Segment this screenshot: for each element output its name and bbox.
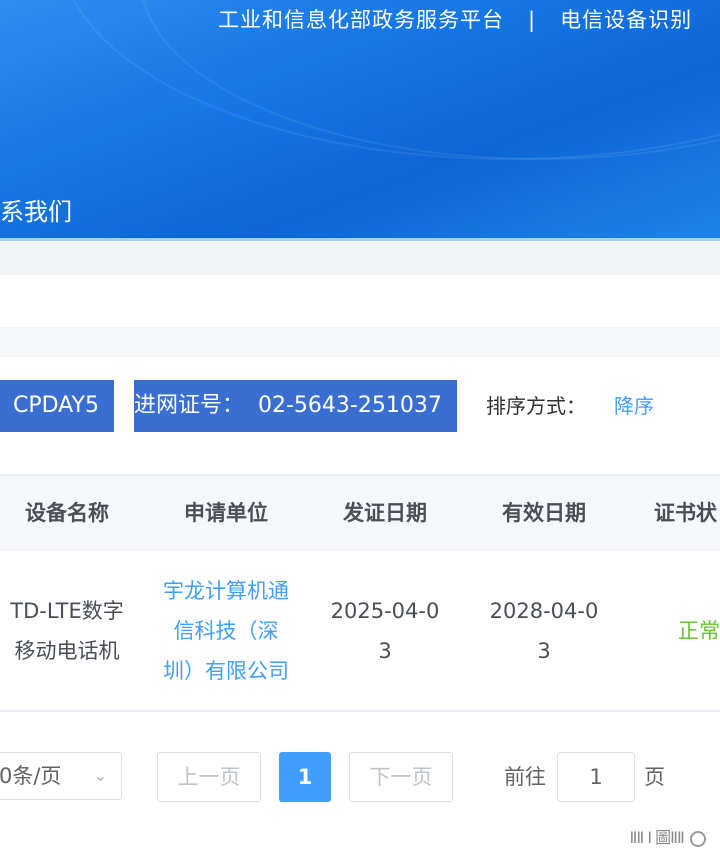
- nav-contact-us[interactable]: 联系我们: [0, 192, 72, 227]
- goto-page-input[interactable]: 1: [557, 752, 635, 802]
- page-size-select[interactable]: 0条/页 ⌄: [0, 752, 122, 800]
- cert-number-filter-label: 进网证号： 02-5643-251037: [134, 393, 442, 418]
- page-size-value: 0条/页: [0, 764, 62, 788]
- issue-date-text: 2025-04-03: [330, 599, 440, 663]
- cell-applicant[interactable]: 宇龙计算机通信科技（深圳）有限公司: [158, 550, 294, 712]
- goto-suffix: 页: [644, 765, 665, 789]
- watermark-text: ⅡⅡ Ⅰ 圖ⅡⅡ: [629, 828, 685, 847]
- column-header-applicant[interactable]: 申请单位: [146, 476, 306, 550]
- top-links-separator: |: [528, 8, 537, 32]
- column-header-device-name[interactable]: 设备名称: [0, 476, 134, 550]
- chevron-down-icon: ⌄: [93, 766, 107, 785]
- cell-status: 正常: [678, 550, 720, 712]
- sort-order-toggle[interactable]: 降序: [614, 380, 654, 432]
- status-text: 正常: [678, 619, 720, 643]
- cert-number-filter-chip[interactable]: 进网证号： 02-5643-251037: [134, 380, 457, 432]
- system-link[interactable]: 电信设备识别: [560, 8, 692, 32]
- valid-date-text: 2028-04-03: [489, 599, 599, 663]
- column-header-valid-date[interactable]: 有效日期: [464, 476, 624, 550]
- column-header-issue-date[interactable]: 发证日期: [305, 476, 465, 550]
- model-filter-chip[interactable]: CPDAY5: [0, 380, 114, 432]
- sort-label: 排序方式：: [486, 394, 586, 418]
- prev-page-button[interactable]: 上一页: [157, 752, 261, 802]
- column-header-status[interactable]: 证书状: [640, 476, 720, 550]
- cell-issue-date: 2025-04-03: [322, 550, 448, 712]
- header-banner: 工业和信息化部政务服务平台 | 电信设备识别 联系我们: [0, 0, 720, 240]
- platform-link[interactable]: 工业和信息化部政务服务平台: [218, 8, 504, 32]
- nav-band: [0, 241, 720, 275]
- nav-contact-label: 联系我们: [0, 198, 72, 226]
- content-band: [0, 327, 720, 357]
- table-header: 设备名称 申请单位 发证日期 有效日期 证书状: [0, 476, 720, 550]
- cell-device-name: TD-LTE数字移动电话机: [0, 550, 134, 712]
- watermark: ⅡⅡ Ⅰ 圖ⅡⅡ: [630, 824, 709, 848]
- next-page-button[interactable]: 下一页: [349, 752, 453, 802]
- top-links: 工业和信息化部政务服务平台 | 电信设备识别: [218, 4, 720, 34]
- content-spacer: [0, 275, 720, 327]
- applicant-link[interactable]: 宇龙计算机通信科技（深圳）有限公司: [162, 571, 290, 691]
- goto-label: 前往: [504, 765, 546, 789]
- cell-valid-date: 2028-04-03: [481, 550, 607, 712]
- model-filter-label: CPDAY5: [13, 393, 99, 418]
- page-number-current[interactable]: 1: [279, 752, 331, 802]
- device-name-text: TD-LTE数字移动电话机: [10, 599, 124, 663]
- circle-icon: [690, 830, 706, 847]
- table-row: TD-LTE数字移动电话机 宇龙计算机通信科技（深圳）有限公司 2025-04-…: [0, 550, 720, 712]
